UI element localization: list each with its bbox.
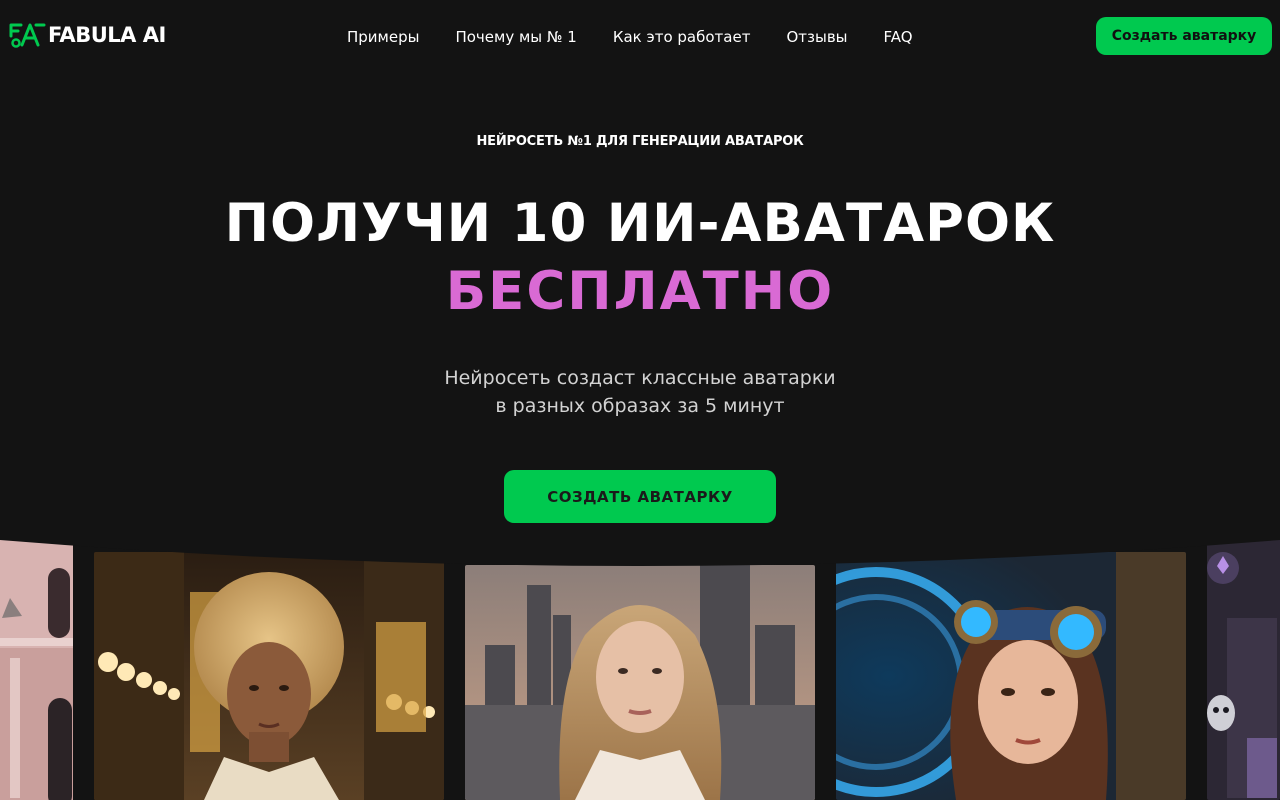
logo-link[interactable]: FABULA AI (8, 20, 166, 50)
gallery-curve-overlay (0, 530, 1280, 566)
logo-icon (9, 23, 46, 48)
blonde-woman-image (465, 565, 815, 800)
gallery-card-blonde-woman[interactable] (465, 565, 815, 800)
header-create-avatar-button[interactable]: Создать аватарку (1096, 17, 1272, 55)
avatar-gallery[interactable] (0, 530, 1280, 800)
hero-create-avatar-button[interactable]: СОЗДАТЬ АВАТАРКУ (504, 470, 776, 523)
landing-page: FABULA AI Примеры Почему мы № 1 Как это … (0, 0, 1280, 800)
nav-link-faq[interactable]: FAQ (884, 28, 913, 46)
nav-link-how-it-works[interactable]: Как это работает (613, 28, 751, 46)
main-nav: Примеры Почему мы № 1 Как это работает О… (347, 26, 913, 48)
hero-headline: ПОЛУЧИ 10 ИИ-АВАТАРОК (224, 193, 1056, 254)
hero-subtitle-line-1: Нейросеть создаст классные аватарки (444, 367, 836, 389)
hero-headline-accent: БЕСПЛАТНО (445, 261, 835, 322)
nav-link-examples[interactable]: Примеры (347, 28, 419, 46)
hero-eyebrow: НЕЙРОСЕТЬ №1 ДЛЯ ГЕНЕРАЦИИ АВАТАРОК (476, 134, 804, 149)
logo-text: FABULA AI (48, 23, 166, 47)
hero-subtitle-line-2: в разных образах за 5 минут (495, 395, 785, 417)
nav-link-reviews[interactable]: Отзывы (786, 28, 847, 46)
site-header: FABULA AI Примеры Почему мы № 1 Как это … (0, 0, 1280, 74)
hero-subtitle: Нейросеть создаст классные аватарки в ра… (0, 364, 1280, 420)
nav-link-why-us[interactable]: Почему мы № 1 (455, 28, 576, 46)
